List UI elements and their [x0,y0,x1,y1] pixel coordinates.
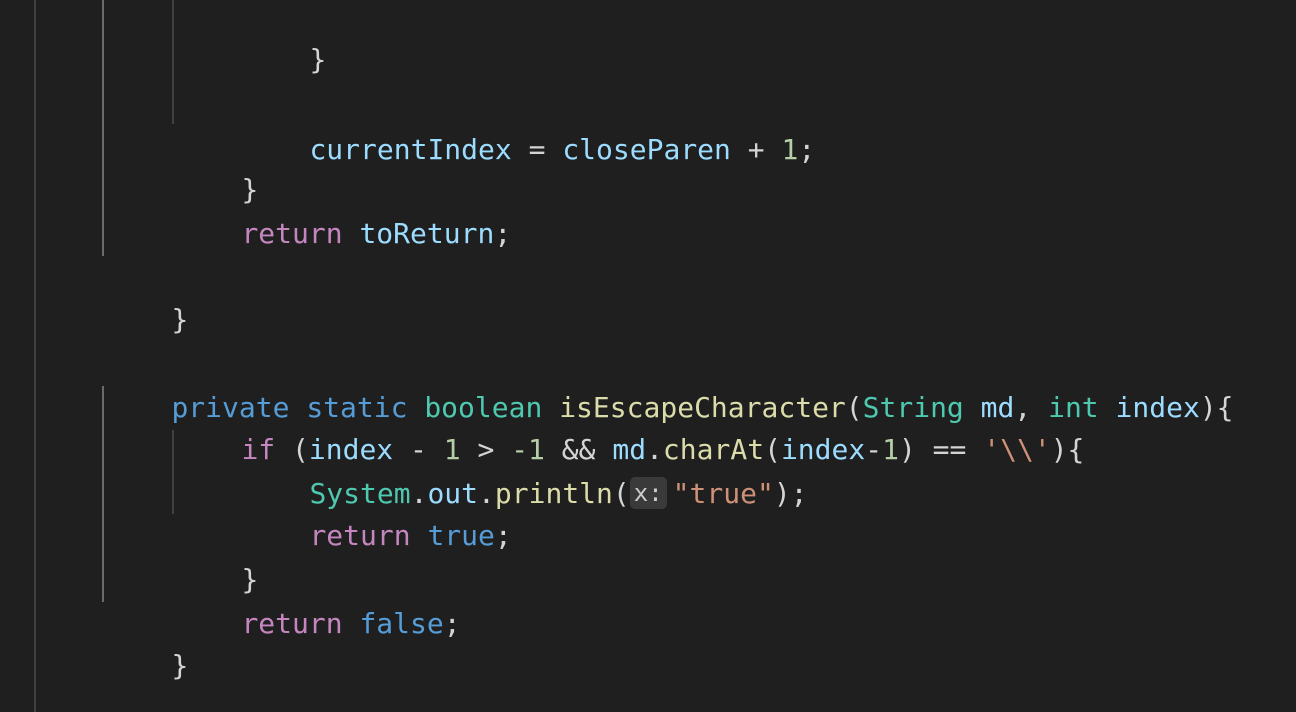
code-line-close-brace-1[interactable]: } [242,0,326,76]
close-brace: } [309,43,327,76]
inlay-parameter-hint: x: [629,477,667,509]
equals-operator: == [915,433,984,466]
string-literal: "true" [672,477,774,510]
indent-guide-level1 [34,0,36,712]
semicolon: ; [443,607,461,640]
code-line-close-brace-2[interactable]: } [174,124,258,206]
code-line-close-brace-5[interactable]: } [104,600,188,682]
code-line-close-brace-3[interactable]: } [104,254,188,336]
code-line-close-brace-4[interactable]: } [174,514,258,596]
close-brace: } [171,303,189,336]
number-literal: 1 [882,433,899,466]
code-line-return-to-return[interactable]: return toReturn; [174,168,511,250]
code-line-if-condition[interactable]: if (index - 1 > -1 && md.charAt(index-1)… [174,384,1084,466]
number-literal: 1 [781,133,799,166]
semicolon: ; [798,133,816,166]
char-literal: '\\' [983,433,1051,466]
indent-guide-level2-top [102,0,104,256]
method-println: println [494,477,613,510]
close-paren-semicolon: ); [773,477,808,510]
open-paren: ( [612,477,630,510]
boolean-literal-false: false [359,607,444,640]
plus-operator: + [730,133,782,166]
semicolon: ; [494,519,512,552]
code-line-return-true[interactable]: return true; [242,470,511,552]
assign-operator: = [511,133,563,166]
keyword-return: return [309,519,411,552]
semicolon: ; [494,217,512,250]
indent-guide-level3-top [172,0,174,124]
minus-operator: - [865,433,883,466]
code-line-return-false[interactable]: return false; [174,558,460,640]
code-line-println[interactable]: System.out.println(x: "true"); [242,428,808,510]
keyword-return: return [241,607,343,640]
variable-close-paren: closeParen [562,133,731,166]
keyword-return: return [241,217,343,250]
code-line-current-index[interactable]: currentIndex = closeParen + 1; [242,84,815,166]
code-line-method-signature[interactable]: private static boolean isEscapeCharacter… [104,342,1233,424]
param-index: index [1115,391,1200,424]
close-paren: ) [898,433,916,466]
variable-to-return: toReturn [359,217,495,250]
close-paren-brace: ){ [1050,433,1085,466]
code-editor[interactable]: } currentIndex = closeParen + 1; } retur… [0,0,1296,712]
close-brace: } [171,649,189,682]
boolean-literal-true: true [427,519,495,552]
variable-current-index: currentIndex [309,133,512,166]
close-paren-brace: ){ [1199,391,1234,424]
